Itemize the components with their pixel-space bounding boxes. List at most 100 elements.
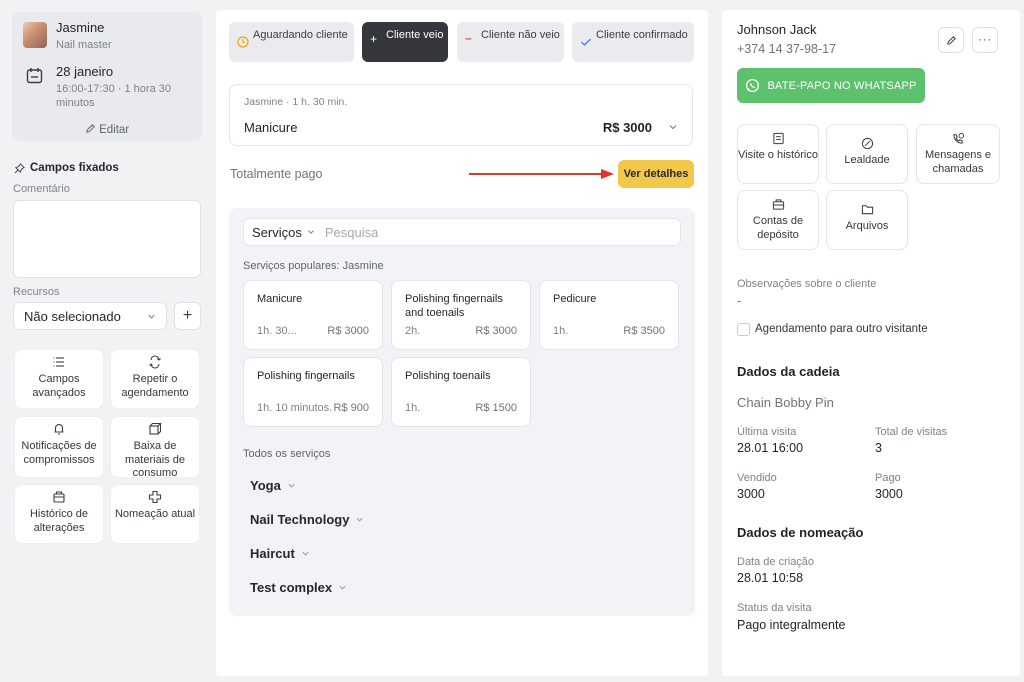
service-category-select[interactable]: Serviços — [252, 225, 315, 240]
chain-name: Chain Bobby Pin — [737, 395, 834, 410]
service-card[interactable]: Jasmine · 1 h. 30 min. Manicure R$ 3000 — [229, 84, 693, 146]
status-client-came-button[interactable]: + Cliente veio — [362, 22, 448, 62]
master-name: Jasmine — [56, 20, 105, 35]
clock-icon — [237, 36, 249, 48]
messages-calls-button[interactable]: Mensagens e chamadas — [916, 124, 1000, 184]
resources-select[interactable]: Não selecionado — [13, 302, 167, 330]
calendar-icon — [26, 68, 43, 84]
change-history-button[interactable]: Histórico de alterações — [14, 484, 104, 544]
visit-status-label: Status da visita — [737, 602, 812, 614]
popular-service-name: Polishing fingernails and toenails — [405, 293, 503, 319]
edit-button[interactable]: Editar — [12, 123, 202, 137]
add-resource-button[interactable]: + — [174, 302, 201, 330]
edit-client-button[interactable] — [938, 27, 964, 53]
popular-service-duration: 2h. — [405, 325, 421, 337]
status-confirmed-button[interactable]: Cliente confirmado — [572, 22, 694, 62]
popular-service-card[interactable]: Polishing fingernails and toenails 2h. R… — [391, 280, 531, 350]
popular-service-name: Manicure — [257, 293, 303, 305]
appointment-date: 28 janeiro — [56, 64, 114, 79]
boxes-icon — [149, 422, 162, 435]
total-visits-label: Total de visitas — [875, 426, 948, 438]
pinned-fields-header[interactable]: Campos fixados — [14, 162, 119, 174]
popular-service-card[interactable]: Manicure 1h. 30... R$ 3000 — [243, 280, 383, 350]
folder-icon — [861, 205, 873, 215]
bell-icon — [54, 423, 64, 435]
files-button[interactable]: Arquivos — [826, 190, 908, 250]
chain-data-title: Dados da cadeia — [737, 364, 840, 379]
service-category-test-complex[interactable]: Test complex — [250, 580, 347, 595]
category-label: Test complex — [250, 580, 333, 595]
paid-label: Pago — [875, 472, 901, 484]
service-category-label: Serviços — [252, 224, 302, 240]
consumables-button[interactable]: Baixa de materiais de consumo — [110, 416, 200, 479]
phone-chat-icon — [952, 132, 964, 144]
current-appointment-button[interactable]: Nomeação atual — [110, 484, 200, 544]
master-card: Jasmine Nail master 28 janeiro 16:00-17:… — [12, 12, 202, 141]
sold-value: 3000 — [737, 487, 765, 501]
deposit-accounts-label: Contas de depósito — [752, 215, 804, 241]
chevron-down-icon — [148, 314, 155, 319]
advanced-fields-label: Campos avançados — [32, 373, 86, 399]
notifications-button[interactable]: Notificações de compromissos — [14, 416, 104, 478]
payment-status: Totalmente pago — [230, 167, 323, 181]
repeat-appointment-button[interactable]: Repetir o agendamento — [110, 349, 200, 409]
status-no-show-label: Cliente não veio — [481, 29, 560, 41]
view-details-button[interactable]: Ver detalhes — [618, 160, 694, 188]
category-label: Yoga — [250, 478, 281, 493]
more-options-button[interactable]: ··· — [972, 27, 998, 53]
service-search-bar[interactable]: Serviços Pesquisa — [243, 218, 681, 246]
current-appointment-label: Nomeação atual — [114, 508, 196, 520]
total-visits-value: 3 — [875, 441, 882, 455]
resources-value: Não selecionado — [24, 308, 121, 324]
other-visitor-label: Agendamento para outro visitante — [755, 323, 928, 335]
popular-service-name: Polishing toenails — [405, 370, 491, 382]
pinned-fields-label: Campos fixados — [30, 162, 119, 174]
category-label: Haircut — [250, 546, 295, 561]
whatsapp-icon — [746, 78, 760, 93]
popular-service-price: R$ 900 — [333, 402, 369, 414]
creation-date-value: 28.01 10:58 — [737, 571, 804, 585]
service-subtitle: Jasmine · 1 h. 30 min. — [244, 96, 348, 108]
deposit-accounts-button[interactable]: Contas de depósito — [737, 190, 819, 250]
popular-service-price: R$ 3000 — [327, 325, 369, 337]
chevron-down-icon — [302, 551, 309, 556]
creation-date-label: Data de criação — [737, 556, 815, 568]
advanced-fields-button[interactable]: Campos avançados — [14, 349, 104, 409]
pin-icon — [14, 162, 25, 173]
loyalty-button[interactable]: Lealdade — [826, 124, 908, 184]
status-no-show-button[interactable]: – Cliente não veio — [457, 22, 564, 62]
sold-label: Vendido — [737, 472, 777, 484]
messages-calls-label: Mensagens e chamadas — [924, 149, 992, 175]
service-category-nail-technology[interactable]: Nail Technology — [250, 512, 364, 527]
appointment-panel: Aguardando cliente + Cliente veio – Clie… — [216, 10, 708, 676]
chevron-down-icon — [339, 585, 346, 590]
popular-service-price: R$ 1500 — [475, 402, 517, 414]
client-notes-label: Observações sobre o cliente — [737, 278, 877, 290]
comment-input[interactable] — [13, 200, 201, 278]
status-waiting-button[interactable]: Aguardando cliente — [229, 22, 354, 62]
services-panel: Serviços Pesquisa Serviços populares: Ja… — [229, 208, 695, 616]
popular-service-card[interactable]: Pedicure 1h. R$ 3500 — [539, 280, 679, 350]
whatsapp-chat-button[interactable]: BATE-PAPO NO WHATSAPP — [737, 68, 925, 103]
files-label: Arquivos — [845, 220, 889, 232]
service-category-haircut[interactable]: Haircut — [250, 546, 310, 561]
popular-services-label: Serviços populares: Jasmine — [243, 260, 384, 272]
arrow-right-icon — [469, 169, 614, 179]
appointment-data-title: Dados de nomeação — [737, 525, 864, 540]
visit-history-button[interactable]: Visite o histórico — [737, 124, 819, 184]
chevron-down-icon[interactable] — [668, 122, 678, 132]
popular-service-card[interactable]: Polishing toenails 1h. R$ 1500 — [391, 357, 531, 427]
service-search-input[interactable]: Pesquisa — [325, 225, 378, 240]
repeat-icon — [149, 355, 161, 369]
popular-service-name: Polishing fingernails — [257, 370, 355, 382]
master-avatar — [23, 22, 47, 48]
repeat-appointment-label: Repetir o agendamento — [121, 373, 189, 399]
plus-icon: + — [182, 307, 193, 324]
popular-service-card[interactable]: Polishing fingernails 1h. 10 minutos. R$… — [243, 357, 383, 427]
status-confirmed-label: Cliente confirmado — [596, 29, 688, 41]
other-visitor-checkbox[interactable] — [737, 323, 750, 336]
whatsapp-chat-label: BATE-PAPO NO WHATSAPP — [767, 79, 917, 92]
pencil-icon — [85, 123, 96, 137]
notifications-label: Notificações de compromissos — [21, 440, 97, 466]
service-category-yoga[interactable]: Yoga — [250, 478, 296, 493]
